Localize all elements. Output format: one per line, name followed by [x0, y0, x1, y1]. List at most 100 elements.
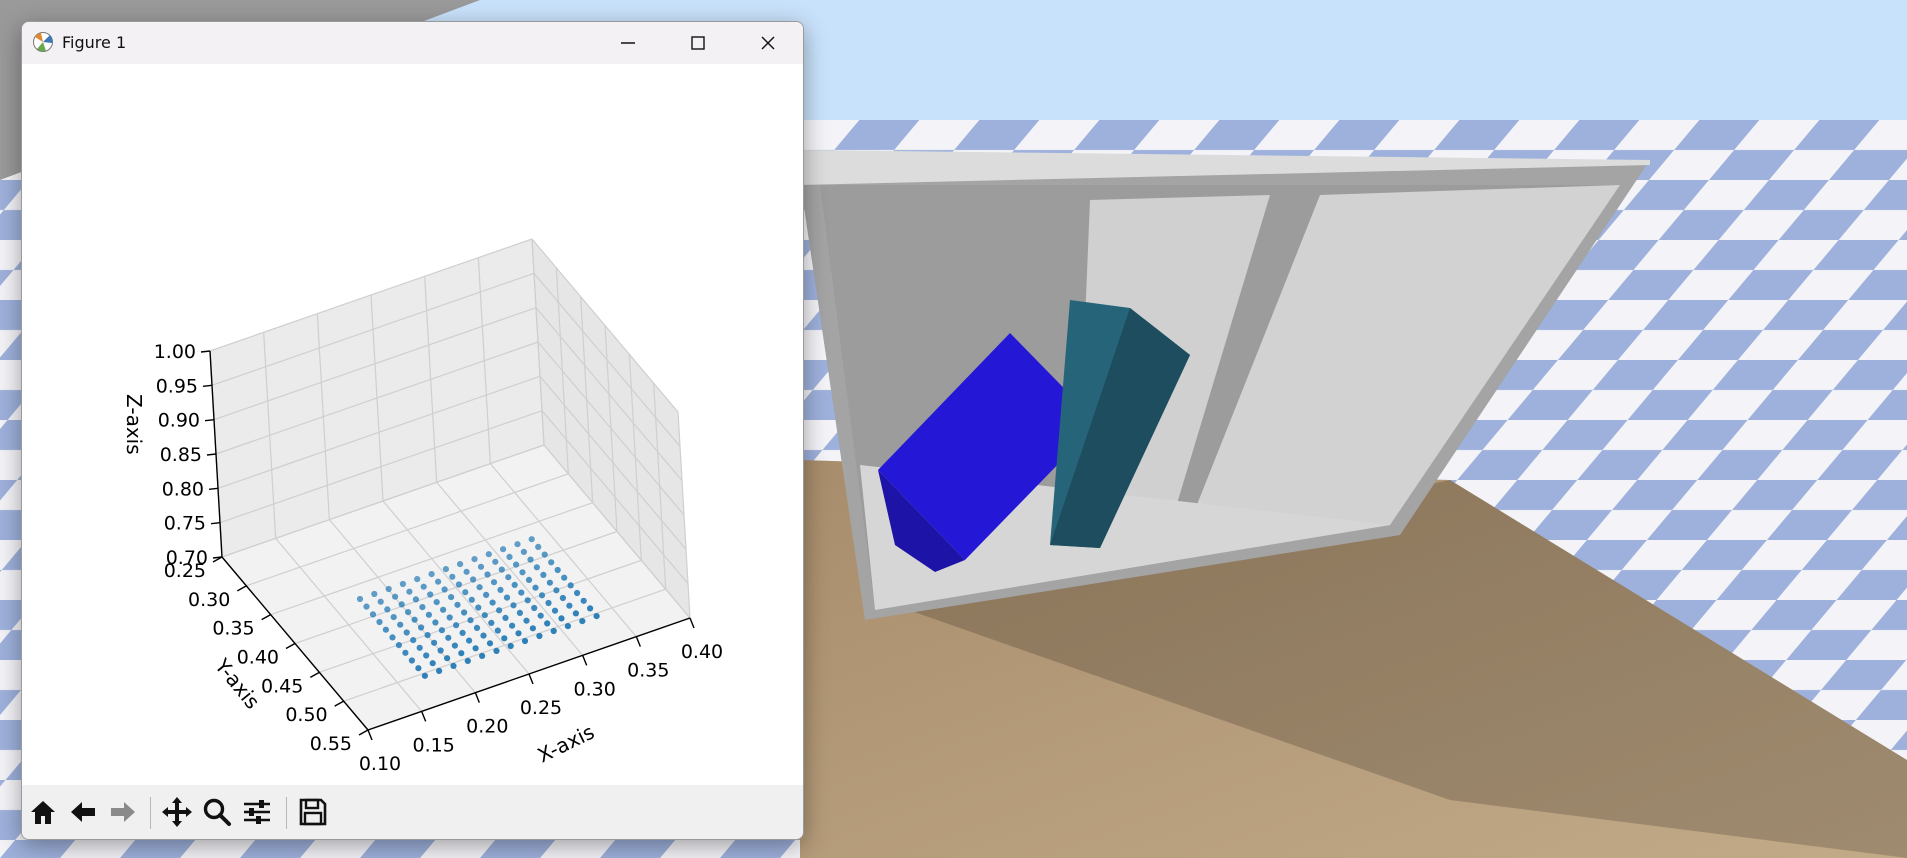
- data-point: [435, 578, 442, 585]
- data-point: [385, 585, 392, 593]
- data-point: [450, 662, 457, 670]
- configure-subplots-button[interactable]: [238, 793, 276, 831]
- data-point: [468, 596, 475, 603]
- data-point: [566, 602, 573, 609]
- data-point: [587, 605, 594, 612]
- data-point: [497, 586, 504, 594]
- data-point: [486, 640, 494, 647]
- zoom-icon: [203, 798, 231, 826]
- data-point: [509, 622, 516, 629]
- data-point: [395, 642, 402, 649]
- data-point: [475, 604, 482, 611]
- data-point: [559, 594, 567, 602]
- z-tick-label: 0.95: [156, 375, 198, 397]
- data-point: [448, 594, 455, 601]
- close-button[interactable]: [733, 22, 803, 64]
- data-point: [473, 624, 481, 632]
- x-tick-mark: [367, 729, 373, 741]
- data-point: [535, 543, 542, 550]
- data-point: [521, 637, 529, 645]
- data-point: [546, 579, 554, 586]
- window-title: Figure 1: [62, 33, 127, 52]
- matplotlib-icon: [33, 32, 53, 52]
- title-bar[interactable]: Figure 1: [22, 22, 803, 64]
- x-tick-mark: [421, 711, 427, 722]
- data-point: [416, 644, 423, 651]
- data-point: [382, 626, 389, 633]
- data-point: [561, 574, 568, 581]
- back-button[interactable]: [64, 793, 102, 831]
- pan-button[interactable]: [158, 793, 196, 831]
- data-point: [510, 602, 517, 609]
- data-point: [463, 568, 470, 575]
- data-point: [538, 592, 546, 599]
- home-icon: [31, 801, 55, 824]
- y-tick-label: 0.45: [261, 675, 303, 697]
- minimize-button[interactable]: [593, 22, 663, 64]
- data-point: [492, 558, 499, 565]
- data-point: [427, 591, 434, 598]
- data-point: [483, 591, 490, 599]
- z-tick-mark: [200, 350, 211, 353]
- data-point: [412, 596, 419, 603]
- y-tick-label: 0.50: [285, 704, 327, 726]
- data-point: [464, 657, 471, 665]
- toolbar-separator: [150, 797, 151, 829]
- data-point: [392, 593, 399, 600]
- data-point: [544, 620, 551, 627]
- zoom-button[interactable]: [198, 793, 236, 831]
- data-point: [498, 566, 505, 573]
- data-point: [419, 604, 426, 611]
- plot-canvas[interactable]: 0.10 0.15 0.20 0.25 0.30 0.35 0.40 0.25 0.30 0.35…: [22, 64, 803, 785]
- toolbar-separator: [286, 797, 287, 829]
- z-tick-label: 1.00: [154, 341, 196, 363]
- data-point: [527, 556, 534, 563]
- data-point: [389, 634, 396, 641]
- data-point: [564, 623, 572, 630]
- maximize-icon: [691, 36, 705, 50]
- maximize-button[interactable]: [663, 22, 733, 64]
- save-icon: [299, 798, 327, 826]
- data-point: [574, 589, 581, 597]
- data-point: [384, 606, 391, 613]
- data-point: [553, 587, 560, 594]
- data-point: [484, 571, 491, 578]
- data-point: [453, 622, 460, 629]
- data-point: [444, 655, 451, 662]
- data-point: [363, 603, 370, 610]
- data-point: [488, 619, 495, 627]
- pan-icon: [162, 797, 192, 827]
- data-point: [418, 624, 425, 631]
- data-point: [429, 660, 436, 667]
- forward-button[interactable]: [104, 793, 142, 831]
- data-point: [470, 576, 477, 583]
- data-point: [536, 632, 543, 640]
- data-point: [481, 612, 488, 619]
- data-point: [459, 629, 466, 637]
- z-tick-mark: [212, 556, 223, 559]
- y-tick-mark: [236, 585, 247, 592]
- data-point: [505, 574, 512, 581]
- data-point: [425, 611, 432, 618]
- data-point: [476, 584, 483, 591]
- data-point: [567, 582, 574, 589]
- data-point: [421, 672, 428, 679]
- data-point: [454, 601, 461, 608]
- configure-subplots-icon: [244, 800, 270, 824]
- data-point: [376, 618, 383, 626]
- z-tick-mark: [204, 418, 215, 422]
- data-point: [494, 627, 501, 634]
- data-point: [405, 609, 412, 616]
- home-button[interactable]: [24, 793, 62, 831]
- navigation-toolbar: [22, 785, 803, 839]
- save-button[interactable]: [294, 793, 332, 831]
- data-point: [466, 637, 473, 644]
- data-point: [377, 598, 384, 605]
- data-point: [500, 546, 507, 553]
- data-point: [540, 571, 547, 578]
- data-point: [442, 566, 449, 573]
- x-tick-mark: [635, 636, 641, 647]
- data-point: [558, 615, 565, 622]
- x-tick-label: 0.35: [627, 660, 669, 682]
- data-point: [503, 594, 511, 601]
